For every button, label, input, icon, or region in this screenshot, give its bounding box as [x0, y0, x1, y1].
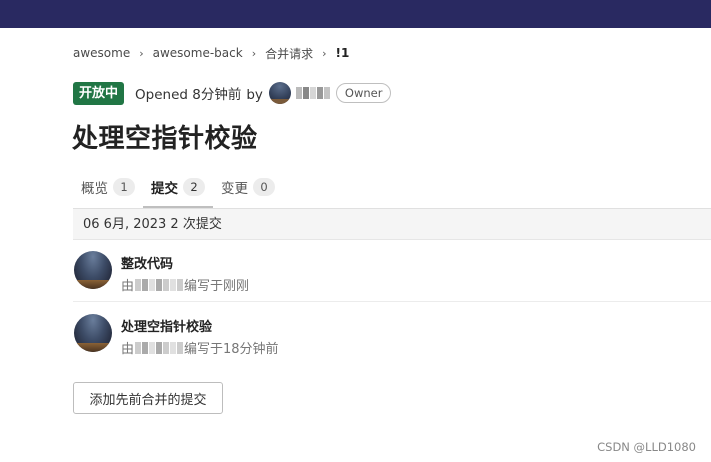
commit-item: 处理空指针校验 由 编写于18分钟前	[73, 303, 711, 365]
tab-changes[interactable]: 变更 0	[213, 168, 283, 206]
add-previous-commits-button[interactable]: 添加先前合并的提交	[73, 382, 223, 414]
tab-label: 概览	[81, 181, 108, 197]
author-prefix: 由	[121, 279, 135, 294]
opened-text: Opened 8分钟前 by	[135, 83, 263, 103]
breadcrumb: awesome › awesome-back › 合并请求 › !1	[73, 44, 349, 62]
author-name-redacted[interactable]	[295, 87, 330, 99]
merge-request-meta: 开放中 Opened 8分钟前 by Owner	[73, 81, 392, 105]
tab-label: 变更	[221, 181, 248, 197]
commit-message[interactable]: 处理空指针校验	[121, 316, 212, 335]
author-avatar[interactable]	[268, 82, 291, 104]
commit-author-line: 由 编写于刚刚	[121, 275, 249, 294]
tab-commits[interactable]: 提交 2	[143, 168, 213, 208]
commit-author-avatar[interactable]	[74, 314, 112, 352]
chevron-right-icon: ›	[322, 46, 327, 60]
by-label: by	[246, 87, 263, 103]
author-time: 编写于刚刚	[184, 279, 250, 294]
merge-request-tabs: 概览 1 提交 2 变更 0	[73, 168, 283, 208]
tab-count-badge: 2	[183, 178, 205, 196]
page-title: 处理空指针校验	[72, 124, 258, 154]
tab-overview[interactable]: 概览 1	[73, 168, 143, 206]
commits-date-header: 06 6月, 2023 2 次提交	[73, 208, 711, 240]
breadcrumb-item-group[interactable]: awesome	[73, 46, 130, 60]
tab-count-badge: 1	[113, 178, 135, 196]
status-badge: 开放中	[73, 81, 125, 105]
chevron-right-icon: ›	[139, 46, 144, 60]
role-badge: Owner	[335, 83, 392, 103]
breadcrumb-item-merge-requests[interactable]: 合并请求	[265, 45, 313, 62]
commit-item: 整改代码 由 编写于刚刚	[73, 240, 711, 302]
top-navigation-bar	[0, 0, 711, 28]
commit-author-avatar[interactable]	[74, 251, 112, 289]
commit-message[interactable]: 整改代码	[121, 253, 173, 272]
tab-label: 提交	[151, 181, 178, 197]
author-name-redacted[interactable]	[135, 341, 184, 354]
commit-author-line: 由 编写于18分钟前	[121, 338, 279, 357]
author-time: 编写于18分钟前	[184, 342, 279, 357]
author-name-redacted[interactable]	[135, 278, 184, 291]
breadcrumb-item-current[interactable]: !1	[336, 46, 350, 60]
chevron-right-icon: ›	[251, 46, 257, 60]
watermark: CSDN @LLD1080	[597, 440, 696, 454]
tab-count-badge: 0	[253, 178, 275, 196]
breadcrumb-item-project[interactable]: awesome-back	[153, 46, 243, 60]
opened-time: Opened 8分钟前	[135, 87, 242, 103]
author-prefix: 由	[121, 342, 135, 357]
